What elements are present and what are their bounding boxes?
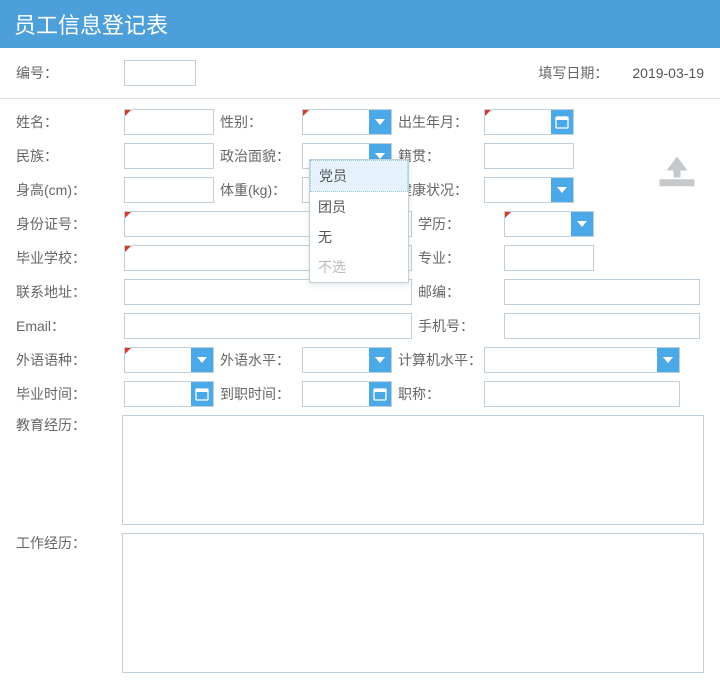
- weight-label: 体重(kg)：: [214, 180, 302, 200]
- chevron-down-icon: [369, 348, 391, 372]
- birth-label: 出生年月：: [392, 112, 484, 132]
- upload-icon: [656, 153, 698, 188]
- calendar-icon: [191, 382, 213, 406]
- politics-option-party[interactable]: 党员: [310, 160, 408, 192]
- calendar-icon: [369, 382, 391, 406]
- upload-photo-button[interactable]: [656, 153, 698, 189]
- politics-dropdown[interactable]: 党员 团员 无 不选: [309, 159, 409, 283]
- major-input[interactable]: [504, 245, 594, 271]
- workexp-label: 工作经历：: [16, 533, 122, 553]
- id-label: 编号：: [16, 63, 124, 83]
- langlvl-label: 外语水平：: [214, 350, 302, 370]
- name-input[interactable]: [124, 109, 214, 135]
- email-input[interactable]: [124, 313, 412, 339]
- chevron-down-icon: [551, 178, 573, 202]
- height-label: 身高(cm)：: [16, 180, 124, 200]
- mobile-input[interactable]: [504, 313, 700, 339]
- politics-option-none[interactable]: 无: [310, 222, 408, 252]
- ethnic-input[interactable]: [124, 143, 214, 169]
- chevron-down-icon: [369, 110, 391, 134]
- lang-select[interactable]: [124, 347, 214, 373]
- politics-label: 政治面貌：: [214, 146, 302, 166]
- native-input[interactable]: [484, 143, 574, 169]
- name-label: 姓名：: [16, 112, 124, 132]
- birth-date-input[interactable]: [484, 109, 574, 135]
- gradtime-date-input[interactable]: [124, 381, 214, 407]
- edu-label: 学历：: [412, 214, 504, 234]
- height-input[interactable]: [124, 177, 214, 203]
- gradschool-label: 毕业学校：: [16, 248, 124, 268]
- edu-select[interactable]: [504, 211, 594, 237]
- chevron-down-icon: [657, 348, 679, 372]
- jobtitle-label: 职称：: [392, 384, 484, 404]
- mobile-label: 手机号：: [412, 316, 504, 336]
- jointime-date-input[interactable]: [302, 381, 392, 407]
- zipcode-input[interactable]: [504, 279, 700, 305]
- lang-label: 外语语种：: [16, 350, 124, 370]
- chevron-down-icon: [571, 212, 593, 236]
- computer-select[interactable]: [484, 347, 680, 373]
- gender-select[interactable]: [302, 109, 392, 135]
- page-title: 员工信息登记表: [0, 0, 720, 48]
- form-area: 姓名： 性别： 出生年月： 民族： 政治面貌： 籍贯： 身高(cm)：: [0, 99, 720, 685]
- gradtime-label: 毕业时间：: [16, 384, 124, 404]
- fill-date-value: 2019-03-19: [632, 65, 704, 81]
- email-label: Email：: [16, 316, 124, 336]
- politics-option-clear[interactable]: 不选: [310, 252, 408, 282]
- computer-label: 计算机水平：: [392, 350, 484, 370]
- calendar-icon: [551, 110, 573, 134]
- ethnic-label: 民族：: [16, 146, 124, 166]
- workexp-textarea[interactable]: [122, 533, 704, 673]
- langlvl-select[interactable]: [302, 347, 392, 373]
- jointime-label: 到职时间：: [214, 384, 302, 404]
- jobtitle-input[interactable]: [484, 381, 680, 407]
- id-input[interactable]: [124, 60, 196, 86]
- zipcode-label: 邮编：: [412, 282, 504, 302]
- major-label: 专业：: [412, 248, 504, 268]
- health-select[interactable]: [484, 177, 574, 203]
- gender-label: 性别：: [214, 112, 302, 132]
- page-title-text: 员工信息登记表: [14, 8, 168, 40]
- header-row: 编号： 填写日期： 2019-03-19: [0, 48, 720, 99]
- idnum-label: 身份证号：: [16, 214, 124, 234]
- chevron-down-icon: [191, 348, 213, 372]
- address-label: 联系地址：: [16, 282, 124, 302]
- fill-date-label: 填写日期：: [538, 63, 608, 83]
- eduexp-textarea[interactable]: [122, 415, 704, 525]
- politics-option-league[interactable]: 团员: [310, 192, 408, 222]
- eduexp-label: 教育经历：: [16, 415, 122, 435]
